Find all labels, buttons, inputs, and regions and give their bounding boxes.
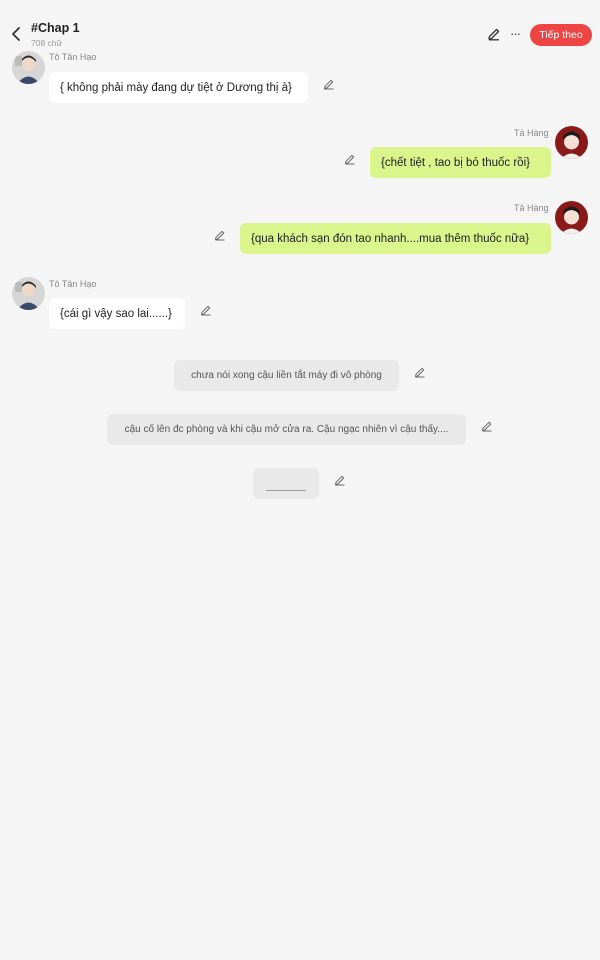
sender-name: Tô Tân Hạo bbox=[49, 279, 97, 289]
avatar-ta-hang[interactable] bbox=[555, 201, 588, 234]
sender-name: Tả Hàng bbox=[514, 203, 549, 213]
pencil-icon[interactable] bbox=[343, 152, 356, 165]
narration-block[interactable]: cậu cố lên đc phòng và khi cậu mở cửa ra… bbox=[107, 414, 466, 445]
pencil-icon[interactable] bbox=[480, 419, 493, 432]
edit-pencil-icon[interactable] bbox=[486, 26, 502, 42]
message-bubble[interactable]: {cái gì vậy sao lai......} bbox=[49, 298, 185, 329]
pencil-icon[interactable] bbox=[333, 473, 346, 486]
avatar-ta-hang[interactable] bbox=[555, 126, 588, 159]
back-arrow-icon[interactable] bbox=[8, 26, 24, 42]
message-bubble[interactable]: { không phải mày đang dự tiệt ở Dương th… bbox=[49, 72, 308, 103]
message-bubble[interactable]: {chết tiệt , tao bị bỏ thuốc rồi} bbox=[370, 147, 551, 178]
empty-narration-block[interactable] bbox=[253, 468, 319, 499]
pencil-icon[interactable] bbox=[213, 228, 226, 241]
chapter-title: #Chap 1 bbox=[31, 21, 80, 35]
narration-block[interactable]: chưa nói xong cậu liền tắt máy đi vô phò… bbox=[174, 360, 399, 391]
avatar-to-tan-hao[interactable] bbox=[12, 277, 45, 310]
avatar-to-tan-hao[interactable] bbox=[12, 51, 45, 84]
next-chapter-button[interactable]: Tiếp theo bbox=[530, 24, 592, 46]
sender-name: Tả Hàng bbox=[514, 128, 549, 138]
blank-underline bbox=[266, 490, 306, 491]
header-bar: #Chap 1 708 chữ ··· Tiếp theo bbox=[0, 0, 600, 56]
pencil-icon[interactable] bbox=[322, 77, 335, 90]
pencil-icon[interactable] bbox=[413, 365, 426, 378]
sender-name: Tô Tân Hạo bbox=[49, 52, 97, 62]
more-icon[interactable]: ··· bbox=[507, 26, 523, 42]
message-bubble[interactable]: {qua khách sạn đón tao nhanh....mua thêm… bbox=[240, 223, 551, 254]
word-count: 708 chữ bbox=[31, 38, 63, 48]
pencil-icon[interactable] bbox=[199, 303, 212, 316]
